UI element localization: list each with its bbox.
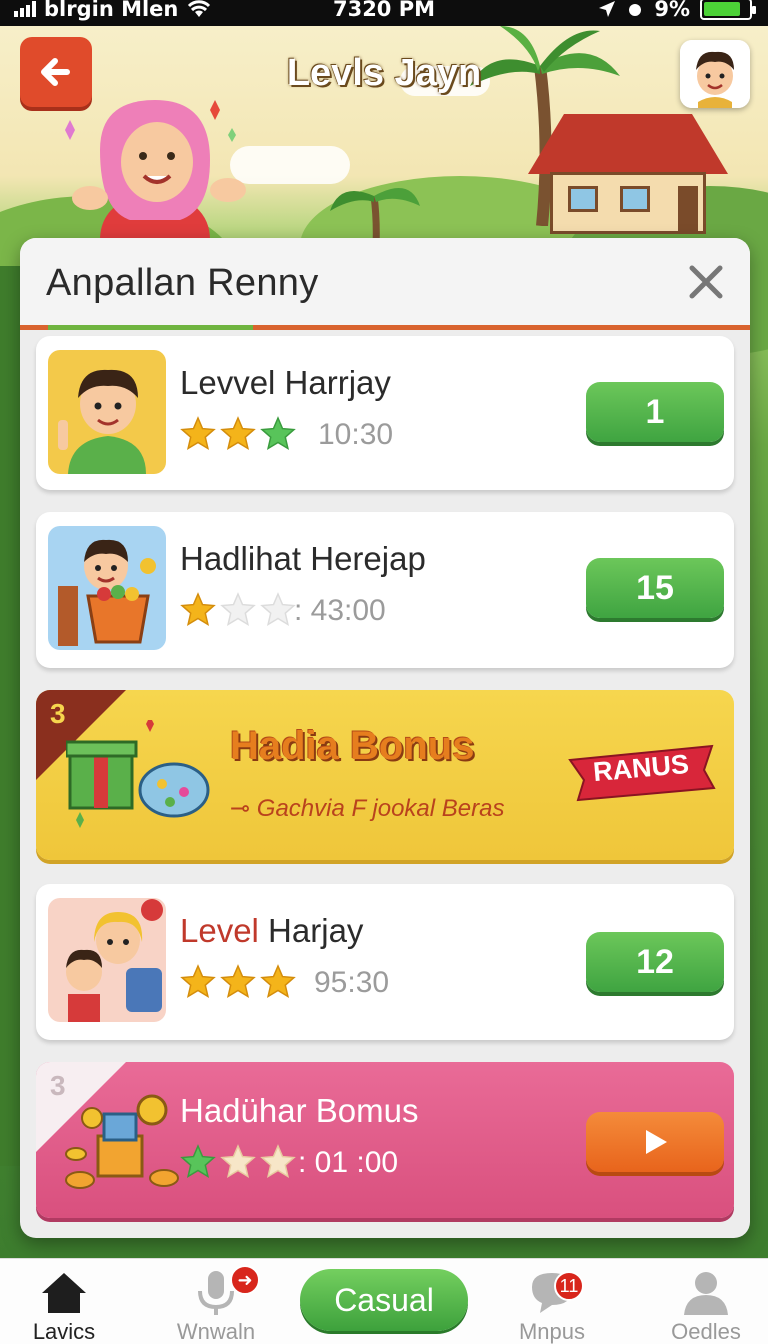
level-play-button[interactable]: 15 xyxy=(586,558,724,618)
star-gold-icon xyxy=(220,964,256,999)
gift-box-icon xyxy=(66,720,210,828)
panel-title: Anpallan Renny xyxy=(46,262,319,304)
level-name: Levvel Harrjay xyxy=(180,364,391,401)
left-foliage xyxy=(0,266,22,1166)
boy-avatar-icon xyxy=(680,40,750,108)
star-rating xyxy=(180,592,296,628)
level-thumbnail xyxy=(48,898,166,1022)
home-icon xyxy=(42,1273,86,1313)
nav-label: Wnwaln xyxy=(176,1319,256,1344)
alarm-icon xyxy=(629,4,642,16)
bonus-card[interactable]: 3 Hadia Bonus ⊸ Gachvia F jookal Beras R… xyxy=(36,690,734,860)
star-gold-icon xyxy=(180,592,216,627)
star-empty-icon xyxy=(220,592,256,627)
bonus-corner-number: 3 xyxy=(50,698,66,729)
notification-badge: ➜ xyxy=(230,1265,260,1295)
star-light-icon xyxy=(220,1144,256,1179)
level-time: : 43:00 xyxy=(294,594,386,627)
panel-header: Anpallan Renny xyxy=(20,238,750,330)
bonus-ribbon-button[interactable]: RANUS xyxy=(566,740,716,806)
level-name: Level Harjay xyxy=(180,912,364,949)
star-empty-icon xyxy=(260,592,296,627)
star-gold-icon xyxy=(220,416,256,451)
girl-character-illustration xyxy=(65,100,246,240)
level-play-button[interactable]: 12 xyxy=(586,932,724,992)
play-button[interactable] xyxy=(586,1112,724,1172)
star-rating xyxy=(180,964,296,1000)
nav-item-messages[interactable]: Mnpus 11 xyxy=(492,1267,612,1344)
nav-label: Oedles xyxy=(671,1319,741,1344)
level-thumbnail xyxy=(48,526,166,650)
bonus-name: Hadühar Bomus xyxy=(180,1092,419,1129)
bottom-navigation: Lavics Wnwaln ➜ Casual Mnpus 11 Oedles xyxy=(0,1258,768,1344)
nav-item-voice[interactable]: Wnwaln ➜ xyxy=(156,1265,276,1344)
nav-item-profile[interactable]: Oedles xyxy=(646,1267,766,1344)
level-time: 10:30 xyxy=(318,418,394,451)
notification-badge: 11 xyxy=(554,1271,584,1301)
level-thumbnail xyxy=(48,350,166,474)
star-rating xyxy=(180,1144,296,1180)
level-card[interactable]: Hadlihat Herejap : 43:00 15 xyxy=(36,512,734,668)
page-title: Levls Jayn xyxy=(286,52,482,94)
avatar[interactable] xyxy=(680,40,750,108)
star-gold-icon xyxy=(180,964,216,999)
bonus-time: : 01 :00 xyxy=(298,1146,399,1179)
level-list-panel: Anpallan Renny Levvel Harrjay 10:30 1 Ha… xyxy=(20,238,750,1238)
nav-label: Lavics xyxy=(32,1319,96,1344)
treasure-gifts-icon xyxy=(65,1094,179,1189)
profile-icon xyxy=(684,1272,728,1315)
house-illustration xyxy=(528,114,728,244)
star-gold-icon xyxy=(260,964,296,999)
nav-item-home[interactable]: Lavics xyxy=(4,1267,124,1344)
star-light-icon xyxy=(260,1144,296,1179)
level-card[interactable]: Level Harjay 95:30 12 xyxy=(36,884,734,1040)
status-bar: blrgin Mlen 7320 PM 9% xyxy=(0,0,768,26)
casual-button[interactable]: Casual xyxy=(300,1269,468,1331)
battery-percent: 9% xyxy=(654,0,690,21)
bonus-title: Hadia Bonus xyxy=(230,724,475,768)
level-time: 95:30 xyxy=(314,966,390,999)
bonus-card[interactable]: 3 Hadühar Bomus : 01 :00 xyxy=(36,1062,734,1218)
star-green-icon xyxy=(260,416,296,451)
battery-icon xyxy=(700,0,756,20)
close-icon[interactable] xyxy=(684,260,728,304)
location-icon xyxy=(599,1,616,17)
level-card[interactable]: Levvel Harrjay 10:30 1 xyxy=(36,336,734,490)
nav-label: Mnpus xyxy=(518,1319,586,1344)
bonus-subtitle: ⊸ Gachvia F jookal Beras xyxy=(230,795,505,822)
level-name: Hadlihat Herejap xyxy=(180,540,426,577)
level-play-button[interactable]: 1 xyxy=(586,382,724,442)
star-gold-icon xyxy=(180,416,216,451)
star-green-icon xyxy=(180,1144,216,1179)
star-rating xyxy=(180,416,296,452)
play-icon xyxy=(646,1130,667,1154)
